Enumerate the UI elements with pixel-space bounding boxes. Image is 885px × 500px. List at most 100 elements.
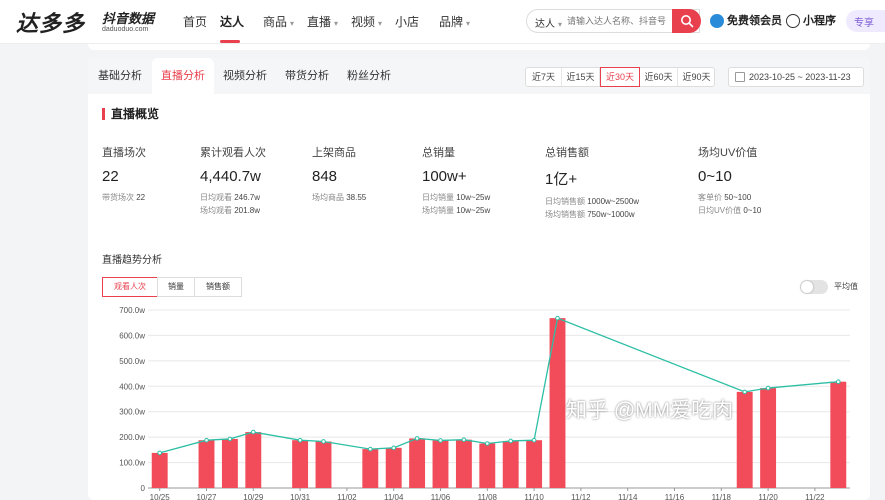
calendar-icon (735, 72, 745, 82)
nav-item-video[interactable]: 视频 ▾ (351, 13, 382, 30)
metric-live-count: 直播场次 22 带货场次 22 (102, 144, 146, 204)
data-point (765, 385, 771, 391)
data-point (438, 438, 443, 443)
x-tick-label: 11/08 (478, 493, 498, 500)
mini-program-label: 小程序 (803, 15, 836, 27)
range-90d[interactable]: 近90天 (678, 68, 715, 86)
metric-value: 848 (312, 168, 338, 185)
search-input[interactable] (567, 13, 675, 29)
vip-icon (710, 14, 724, 29)
metric-sub: 客单价 50~100 日均UV价值 0~10 (698, 193, 762, 215)
trend-chart: 0 100.0w 200.0w 300.0w 400.0w 500.0w 600.0w 700… (119, 306, 850, 500)
y-tick-label: 700.0w (119, 306, 145, 315)
nav-active-underline (220, 40, 240, 43)
date-picker[interactable]: 2023-10-25 ~ 2023-11-23 (728, 67, 864, 87)
nav-item-label: 品牌 (439, 15, 464, 29)
y-tick-label: 600.0w (119, 331, 145, 340)
metric-value: 4,440.7w (200, 168, 261, 185)
metric-sub: 日均销售额 1000w~2500w 场均销售额 750w~1000w (545, 197, 640, 219)
data-point (251, 429, 256, 435)
metric-products: 上架商品 848 场均商品 38.55 (312, 144, 366, 204)
x-tick-label: 11/14 (618, 493, 638, 500)
bar (526, 440, 543, 488)
bar (315, 441, 332, 488)
metric-label: 总销量 (422, 147, 455, 159)
nav-item-products[interactable]: 商品 ▾ (263, 13, 294, 30)
mini-program-icon (786, 14, 800, 29)
series-line (159, 317, 839, 454)
x-tick-label: 11/10 (524, 493, 544, 500)
free-vip-link[interactable]: 免费领会员 (710, 12, 782, 29)
chart-tab-gmv[interactable]: 销售额 (194, 277, 242, 297)
exclusive-badge[interactable]: 专享 (846, 10, 885, 32)
data-point (555, 315, 560, 321)
y-tick-label: 0 (141, 484, 146, 493)
nav-item-brand[interactable]: 品牌 ▾ (439, 13, 470, 30)
chevron-down-icon: ▾ (558, 20, 563, 29)
x-tick-label: 11/22 (805, 493, 825, 500)
search-type-select[interactable]: 达人 ▾ (535, 15, 562, 30)
tab-live[interactable]: 直播分析 (152, 58, 214, 94)
bar (736, 391, 753, 488)
metric-value: 22 (102, 168, 119, 185)
trend-title: 直播趋势分析 (102, 255, 162, 266)
date-range-text: 2023-10-25 ~ 2023-11-23 (749, 72, 851, 82)
search-button[interactable] (672, 9, 701, 33)
bar (549, 318, 566, 488)
range-60d[interactable]: 近60天 (640, 68, 678, 86)
data-point (391, 445, 397, 451)
metric-value: 1亿+ (545, 171, 578, 188)
x-tick-label: 10/31 (290, 493, 311, 500)
metric-total-sales: 总销量 100w+ 日均销量 10w~25w 场均销量 10w~25w (422, 144, 490, 217)
metric-label: 直播场次 (102, 147, 146, 159)
bar (245, 432, 262, 488)
bar (409, 438, 426, 488)
metric-value: 100w+ (422, 168, 467, 185)
chart-tab-views[interactable]: 观看人次 (102, 277, 158, 297)
tab-fans[interactable]: 粉丝分析 (338, 58, 400, 94)
data-point (836, 379, 841, 385)
range-30d[interactable]: 近30天 (600, 67, 640, 87)
bar (362, 449, 379, 488)
logo-url: daduoduo.com (102, 26, 149, 33)
overview-title: 直播概览 (102, 108, 159, 120)
nav-item-home[interactable]: 首页 (183, 13, 207, 30)
analysis-tabs: 基础分析 直播分析 视频分析 带货分析 粉丝分析 近7天 近15天 近30天 近… (88, 58, 870, 94)
data-point (297, 437, 303, 443)
data-point (204, 437, 209, 443)
tab-basic[interactable]: 基础分析 (88, 58, 152, 94)
analysis-card: 基础分析 直播分析 视频分析 带货分析 粉丝分析 近7天 近15天 近30天 近… (88, 58, 870, 500)
tab-sales[interactable]: 带货分析 (276, 58, 338, 94)
range-7d[interactable]: 近7天 (526, 68, 562, 86)
metric-label: 累计观看人次 (200, 147, 266, 159)
data-point (531, 437, 537, 443)
toggle-knob (801, 281, 813, 293)
data-point (742, 389, 748, 395)
average-toggle[interactable] (800, 280, 828, 294)
x-tick-label: 11/18 (712, 493, 732, 500)
watermark: 知乎 @MM爱吃肉 (566, 399, 734, 422)
bar (830, 381, 847, 488)
logo[interactable]: 达多多 抖音数据 daduoduo.com (16, 6, 166, 36)
x-tick-label: 10/29 (243, 493, 264, 500)
chart-tab-sales[interactable]: 销量 (157, 277, 195, 297)
range-15d[interactable]: 近15天 (562, 68, 600, 86)
chevron-down-icon: ▾ (466, 19, 471, 28)
bar (151, 452, 168, 488)
nav-item-shop[interactable]: 小店 (395, 13, 419, 30)
data-point (461, 437, 467, 442)
metric-sub: 日均销量 10w~25w 场均销量 10w~25w (422, 193, 491, 215)
date-range-group: 近7天 近15天 近30天 近60天 近90天 (525, 67, 715, 87)
search-icon (681, 15, 694, 28)
mini-program-link[interactable]: 小程序 (786, 12, 836, 29)
tab-video[interactable]: 视频分析 (214, 58, 276, 94)
bar (479, 443, 496, 488)
x-tick-label: 11/16 (665, 493, 685, 500)
nav-item-live[interactable]: 直播 ▾ (307, 13, 338, 30)
y-tick-label: 400.0w (119, 382, 145, 391)
nav-item-talent[interactable]: 达人 (220, 13, 244, 30)
metric-total-gmv: 总销售额 1亿+ 日均销售额 1000w~2500w 场均销售额 750w~10… (545, 144, 639, 221)
logo-subtitle: 抖音数据 (102, 11, 155, 26)
bar (502, 440, 519, 488)
data-point (321, 439, 326, 444)
